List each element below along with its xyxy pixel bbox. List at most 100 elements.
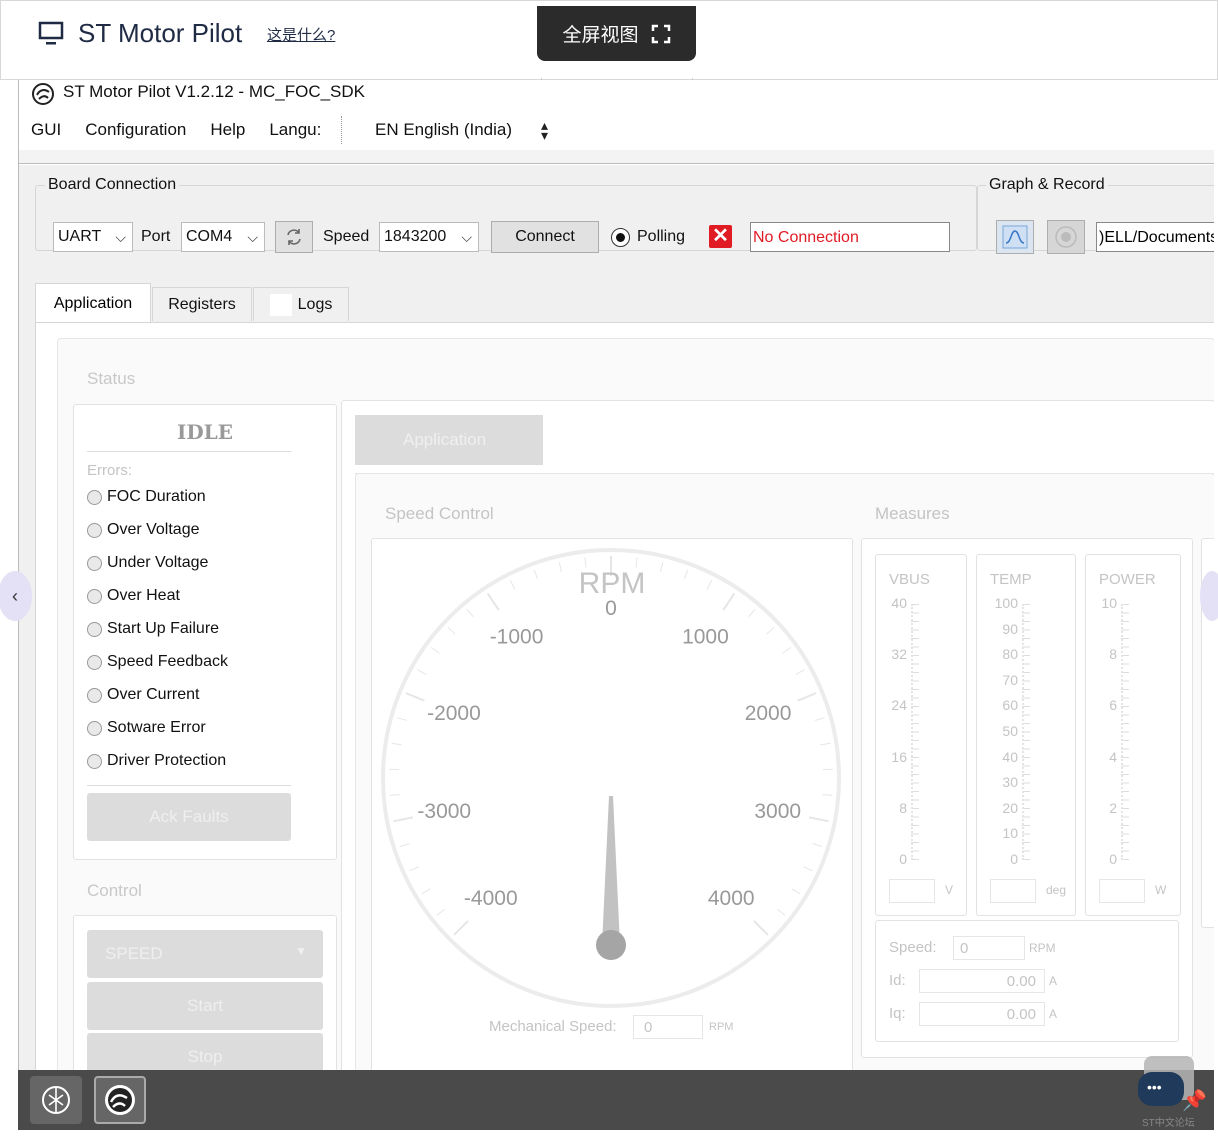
- speed-control-title: Speed Control: [385, 504, 494, 523]
- gauge-tick: [389, 794, 400, 796]
- gauge-tick: [791, 888, 801, 895]
- control-mode-select[interactable]: SPEED ▼: [87, 930, 323, 978]
- gauge-tick: [405, 692, 425, 702]
- status-divider: [87, 451, 291, 452]
- language-spin-icon[interactable]: ▴ ▾: [541, 118, 548, 142]
- gauge-tick: [822, 794, 833, 796]
- gauge-tick-label: -2000: [427, 702, 481, 725]
- stop-button[interactable]: Stop: [87, 1033, 323, 1070]
- chevron-down-icon: ⌵: [247, 229, 258, 245]
- application-subtab[interactable]: Application: [355, 415, 543, 465]
- gauge-tick: [753, 920, 769, 936]
- start-button[interactable]: Start: [87, 982, 323, 1030]
- meter-tick-label: 40: [1002, 748, 1018, 765]
- connection-status-field: No Connection: [750, 222, 950, 252]
- mech-speed-field: 0: [633, 1015, 703, 1039]
- id-label: Id:: [889, 972, 906, 989]
- gauge-tick-label: -4000: [464, 887, 518, 910]
- gauge-tick: [399, 843, 410, 848]
- tab-application[interactable]: Application: [35, 283, 151, 323]
- status-led-icon: [87, 654, 102, 670]
- gauge-tick: [777, 908, 786, 916]
- tab-logs-label: Logs: [297, 295, 333, 313]
- errors-label: Errors:: [87, 462, 132, 479]
- mech-speed-value: 0: [644, 1019, 653, 1036]
- gauge-tick-label: -1000: [490, 626, 544, 649]
- port-select[interactable]: COM4 ⌵: [181, 222, 265, 252]
- meter-scale: [1121, 604, 1129, 860]
- what-is-this-link[interactable]: 这是什么?: [267, 24, 335, 45]
- error-label: Speed Feedback: [107, 653, 228, 670]
- baudrate-value: 1843200: [384, 228, 447, 245]
- error-indicator-row: Start Up Failure: [87, 620, 219, 638]
- meter-tick-label: 70: [1002, 671, 1018, 688]
- polling-radio[interactable]: [611, 228, 630, 247]
- menu-language[interactable]: Langu:: [269, 120, 321, 140]
- menu-help[interactable]: Help: [210, 120, 245, 140]
- speed-measure-value: 0: [960, 940, 969, 957]
- gauge-tick: [814, 717, 825, 721]
- polling-label: Polling: [637, 228, 686, 245]
- gauge-hub: [596, 930, 626, 960]
- port-value: COM4: [186, 228, 233, 245]
- iq-value: 0.00: [1006, 1006, 1036, 1023]
- gauge-tick-label: 2000: [745, 702, 792, 725]
- meter-tick-label: 100: [994, 595, 1018, 611]
- baudrate-select[interactable]: 1843200 ⌵: [379, 222, 479, 252]
- control-mode-value: SPEED: [105, 944, 163, 963]
- gauge-tick: [584, 557, 587, 568]
- port-label: Port: [141, 228, 171, 245]
- taskbar-app-motor-pilot[interactable]: [94, 1076, 146, 1124]
- refresh-ports-button[interactable]: [275, 221, 313, 253]
- record-path-field[interactable]: )ELL/Documents/: [1096, 222, 1214, 252]
- gauge-tick: [782, 647, 791, 654]
- meter-tick-label: 10: [1101, 595, 1117, 611]
- ack-faults-button[interactable]: Ack Faults: [87, 793, 291, 841]
- board-connection-title: Board Connection: [45, 176, 180, 194]
- meter-scale: [911, 604, 919, 860]
- meter-tick-label: 8: [899, 799, 907, 816]
- taskbar: ••• 📌 ST中文论坛: [18, 1056, 1214, 1130]
- measures-title: Measures: [875, 504, 950, 523]
- app-window: ST Motor Pilot V1.2.12 - MC_FOC_SDK GUI …: [18, 80, 1214, 1070]
- gauge-tick: [797, 692, 817, 702]
- st-cube-icon: [42, 1086, 70, 1114]
- pin-icon[interactable]: 📌: [1182, 1088, 1207, 1113]
- next-slide-button[interactable]: [1200, 571, 1218, 621]
- meter-tick-label: 24: [891, 697, 907, 714]
- gauge-tick: [795, 669, 805, 675]
- speed-measure-label: Speed:: [889, 939, 937, 956]
- errors-divider: [87, 785, 291, 786]
- menu-gui[interactable]: GUI: [31, 120, 61, 140]
- interface-select[interactable]: UART ⌵: [53, 222, 133, 252]
- tab-logs[interactable]: Logs: [253, 287, 349, 321]
- language-select[interactable]: EN English (India): [375, 120, 512, 140]
- tab-registers[interactable]: Registers: [152, 287, 252, 321]
- temp-title: TEMP: [990, 571, 1032, 588]
- meter-scale: [1022, 604, 1030, 860]
- status-led-icon: [87, 687, 102, 703]
- menu-configuration[interactable]: Configuration: [85, 120, 186, 140]
- meter-tick-label: 6: [1109, 697, 1117, 714]
- speed-measure-field: 0: [953, 936, 1025, 960]
- page-title: ST Motor Pilot: [78, 18, 243, 48]
- gauge-tick-label: 1000: [682, 626, 729, 649]
- connect-button[interactable]: Connect: [491, 221, 599, 253]
- record-button[interactable]: [1047, 220, 1085, 254]
- menu-separator: [341, 116, 342, 144]
- vbus-title: VBUS: [889, 571, 930, 588]
- interface-value: UART: [58, 228, 102, 245]
- meter-tick-label: 90: [1002, 620, 1018, 637]
- error-label: Under Voltage: [107, 554, 209, 571]
- meter-tick-label: 50: [1002, 723, 1018, 739]
- status-led-icon: [87, 588, 102, 604]
- error-x-icon: ✕: [709, 225, 732, 248]
- mech-speed-unit: RPM: [709, 1021, 734, 1033]
- taskbar-app-1[interactable]: [30, 1076, 82, 1124]
- status-led-icon: [87, 555, 102, 571]
- error-label: FOC Duration: [107, 488, 206, 505]
- graph-button[interactable]: [996, 220, 1034, 254]
- chevron-left-icon: ‹: [12, 585, 18, 606]
- fullscreen-button[interactable]: 全屏视图: [537, 6, 696, 61]
- graph-record-title: Graph & Record: [986, 176, 1108, 194]
